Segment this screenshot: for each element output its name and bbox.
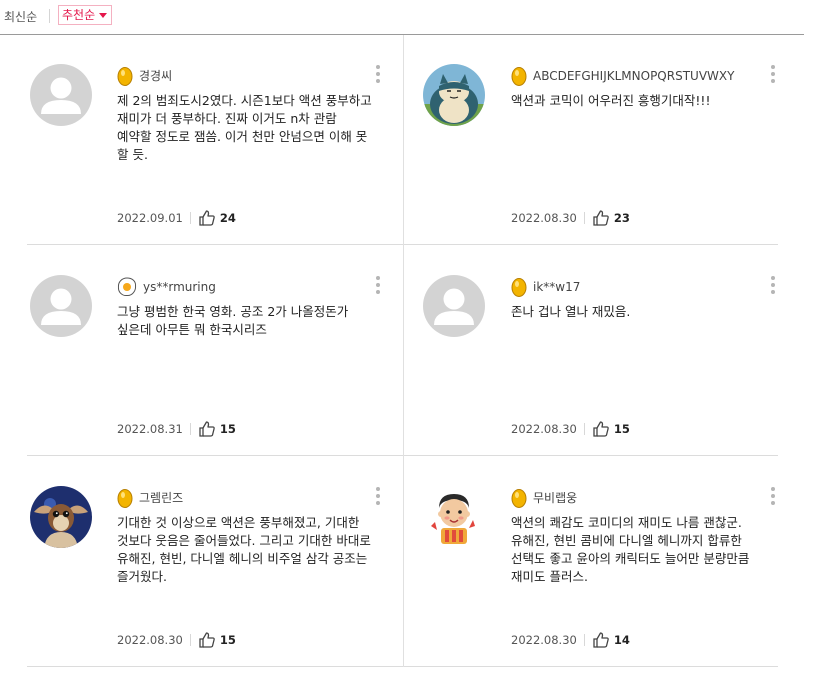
- comment-text: 기대한 것 이상으로 액션은 풍부해졌고, 기대한 것보다 웃음은 줄어들었다.…: [117, 515, 371, 584]
- like-count: 15: [219, 422, 236, 436]
- default-profile-icon: [30, 64, 92, 126]
- default-profile-icon: [423, 275, 485, 337]
- avatar[interactable]: [30, 64, 92, 126]
- comment-text: 그냥 평범한 한국 영화. 공조 2가 나올정돈가 싶은데 아무튼 뭐 한국시리…: [117, 304, 349, 337]
- comment-card: 그렘린즈 기대한 것 이상으로 액션은 풍부해졌고, 기대한 것보다 웃음은 줄…: [27, 457, 403, 667]
- comment-date: 2022.08.30: [511, 422, 577, 436]
- comment-footer: 2022.08.30 15: [511, 420, 630, 440]
- comment-text: 액션과 코믹이 어우러진 흥행기대작!!!: [511, 93, 711, 108]
- comment-card: 경경씨 제 2의 범죄도시2였다. 시즌1보다 액션 풍부하고 재미가 더 풍부…: [27, 35, 403, 245]
- nickname[interactable]: ik**w17: [533, 280, 580, 294]
- comment-footer: 2022.08.30 23: [511, 209, 630, 229]
- comment-date: 2022.09.01: [117, 211, 183, 225]
- comment-meta: 그렘린즈: [117, 487, 183, 507]
- thumbs-up-icon[interactable]: [198, 420, 216, 438]
- thumbs-up-icon[interactable]: [198, 209, 216, 227]
- like-count: 14: [613, 633, 630, 647]
- thumbs-up-icon[interactable]: [592, 209, 610, 227]
- comment-text: 존나 겁나 열나 재밌음.: [511, 304, 631, 319]
- thumbs-up-icon[interactable]: [198, 631, 216, 649]
- comment-date: 2022.08.30: [511, 211, 577, 225]
- sort-bar: 최신순 추천순: [0, 0, 804, 35]
- comment-date: 2022.08.30: [117, 633, 183, 647]
- comment-meta: 경경씨: [117, 65, 172, 85]
- comment-text: 액션의 쾌감도 코미디의 재미도 나름 괜찮군. 유해진, 현빈 콤비에 다니엘…: [511, 515, 750, 584]
- thumbs-up-icon[interactable]: [592, 631, 610, 649]
- sort-latest-button[interactable]: 최신순: [4, 8, 37, 25]
- avatar[interactable]: [423, 275, 485, 337]
- comment-date: 2022.08.30: [511, 633, 577, 647]
- more-options-icon[interactable]: [770, 487, 776, 509]
- avatar[interactable]: [30, 486, 92, 548]
- sort-divider: [49, 9, 50, 23]
- footer-divider: [189, 423, 191, 435]
- more-options-icon[interactable]: [770, 276, 776, 298]
- footer-divider: [583, 634, 585, 646]
- gremlin-profile-icon: [30, 486, 92, 548]
- thumbs-up-icon[interactable]: [592, 420, 610, 438]
- gold-egg-badge-icon: [511, 66, 527, 86]
- footer-divider: [189, 212, 191, 224]
- footer-divider: [583, 423, 585, 435]
- comment-footer: 2022.09.01 24: [117, 209, 236, 229]
- comment-meta: ik**w17: [511, 276, 580, 296]
- comment-meta: ys**rmuring: [117, 276, 216, 296]
- comment-card: 무비랩웅 액션의 쾌감도 코미디의 재미도 나름 괜찮군. 유해진, 현빈 콤비…: [404, 457, 778, 667]
- caret-down-icon: [99, 13, 108, 18]
- like-count: 23: [613, 211, 630, 225]
- nickname[interactable]: 경경씨: [139, 67, 172, 84]
- comment-card: ys**rmuring 그냥 평범한 한국 영화. 공조 2가 나올정돈가 싶은…: [27, 246, 403, 456]
- nickname[interactable]: ABCDEFGHIJKLMNOPQRSTUVWXY: [533, 69, 734, 83]
- avatar[interactable]: [30, 275, 92, 337]
- default-profile-icon: [30, 275, 92, 337]
- fried-egg-badge-icon: [117, 277, 137, 297]
- comment-footer: 2022.08.31 15: [117, 420, 236, 440]
- avatar[interactable]: [423, 486, 485, 548]
- comment-meta: 무비랩웅: [511, 487, 577, 507]
- comment-card: ABCDEFGHIJKLMNOPQRSTUVWXY 액션과 코믹이 어우러진 흥…: [404, 35, 778, 245]
- nickname[interactable]: ys**rmuring: [143, 280, 216, 294]
- cartoon-boy-profile-icon: [423, 486, 485, 548]
- like-count: 15: [613, 422, 630, 436]
- footer-divider: [583, 212, 585, 224]
- gold-egg-badge-icon: [511, 277, 527, 297]
- comment-date: 2022.08.31: [117, 422, 183, 436]
- comment-footer: 2022.08.30 15: [117, 631, 236, 651]
- more-options-icon[interactable]: [375, 276, 381, 298]
- comment-text: 제 2의 범죄도시2였다. 시즌1보다 액션 풍부하고 재미가 더 풍부하다. …: [117, 93, 372, 162]
- like-count: 15: [219, 633, 236, 647]
- more-options-icon[interactable]: [375, 487, 381, 509]
- avatar[interactable]: [423, 64, 485, 126]
- sort-recommended-label: 추천순: [62, 8, 96, 22]
- footer-divider: [189, 634, 191, 646]
- gold-egg-badge-icon: [117, 66, 133, 86]
- like-count: 24: [219, 211, 236, 225]
- more-options-icon[interactable]: [375, 65, 381, 87]
- comment-footer: 2022.08.30 14: [511, 631, 630, 651]
- gold-egg-badge-icon: [117, 488, 133, 508]
- nickname[interactable]: 무비랩웅: [533, 489, 577, 506]
- sort-recommended-dropdown[interactable]: 추천순: [58, 5, 113, 25]
- snorlax-profile-icon: [423, 64, 485, 126]
- nickname[interactable]: 그렘린즈: [139, 489, 183, 506]
- comment-meta: ABCDEFGHIJKLMNOPQRSTUVWXY: [511, 65, 734, 85]
- more-options-icon[interactable]: [770, 65, 776, 87]
- comment-card: ik**w17 존나 겁나 열나 재밌음. 2022.08.30 15: [404, 246, 778, 456]
- gold-egg-badge-icon: [511, 488, 527, 508]
